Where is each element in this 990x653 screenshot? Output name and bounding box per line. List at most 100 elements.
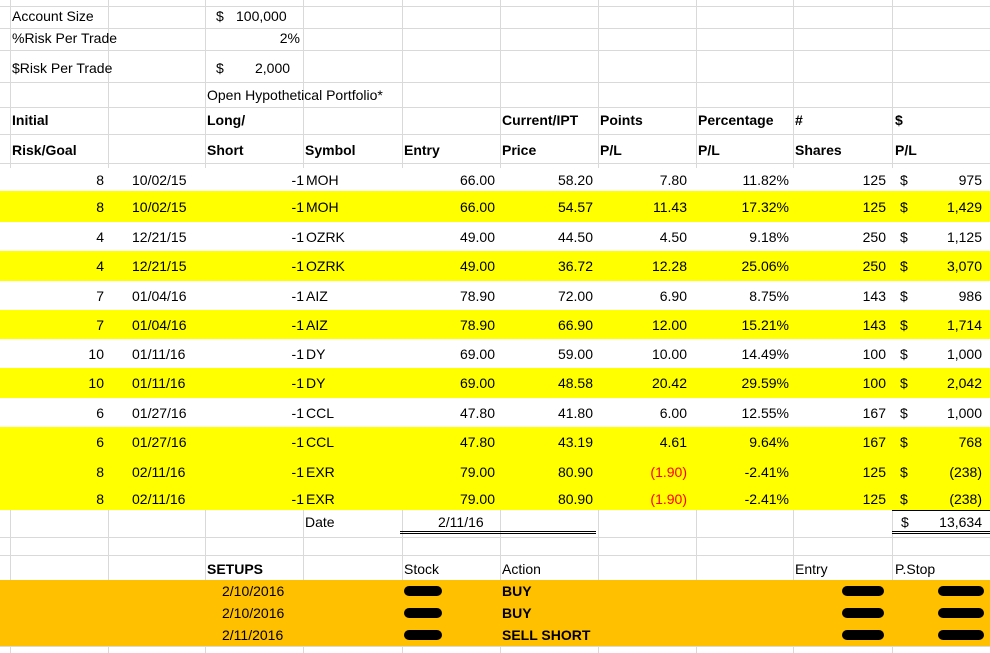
cell-currency[interactable]: $ [900,287,912,305]
cell-dollar-pl[interactable]: 1,125 [915,228,982,246]
cell-risk[interactable]: 6 [60,433,104,451]
cell-symbol[interactable]: EXR [306,490,376,508]
cell-price[interactable]: 66.90 [518,316,593,334]
cell-direction[interactable]: -1 [270,257,304,275]
cell-points-pl[interactable]: 4.61 [610,433,687,451]
cell-dollar-pl[interactable]: 2,042 [915,374,982,392]
cell-points-pl[interactable]: 12.00 [610,316,687,334]
cell-percentage-pl[interactable]: 9.64% [700,433,789,451]
cell-percentage-pl[interactable]: -2.41% [700,490,789,508]
cell-points-pl[interactable]: 20.42 [610,374,687,392]
cell-entry[interactable]: 69.00 [420,345,495,363]
cell-percentage-pl[interactable]: 14.49% [700,345,789,363]
spreadsheet-grid[interactable]: Account Size $ 100,000 %Risk Per Trade 2… [0,0,990,653]
cell-price[interactable]: 43.19 [518,433,593,451]
cell-symbol[interactable]: DY [306,374,376,392]
cell-risk[interactable]: 7 [60,287,104,305]
cell-dollar-pl[interactable]: 1,714 [915,316,982,334]
cell-risk[interactable]: 8 [60,463,104,481]
cell-currency[interactable]: $ [900,171,912,189]
cell-price[interactable]: 41.80 [518,404,593,422]
cell-dollar-pl[interactable]: 1,429 [915,198,982,216]
total-value[interactable]: 13,634 [900,513,982,531]
cell-percentage-pl[interactable]: 15.21% [700,316,789,334]
cell-date[interactable]: 10/02/15 [132,171,212,189]
cell-percentage-pl[interactable]: 29.59% [700,374,789,392]
cell-price[interactable]: 54.57 [518,198,593,216]
cell-shares[interactable]: 100 [840,374,886,392]
cell-date[interactable]: 01/11/16 [132,374,212,392]
cell-entry[interactable]: 47.80 [420,433,495,451]
cell-direction[interactable]: -1 [270,198,304,216]
setup-action[interactable]: SELL SHORT [502,626,590,644]
cell-percentage-pl[interactable]: 9.18% [700,228,789,246]
cell-entry[interactable]: 69.00 [420,374,495,392]
cell-risk[interactable]: 6 [60,404,104,422]
cell-risk[interactable]: 8 [60,490,104,508]
cell-price[interactable]: 48.58 [518,374,593,392]
cell-entry[interactable]: 49.00 [420,228,495,246]
cell-shares[interactable]: 143 [840,287,886,305]
cell-symbol[interactable]: DY [306,345,376,363]
cell-percentage-pl[interactable]: 25.06% [700,257,789,275]
cell-direction[interactable]: -1 [270,287,304,305]
date-value[interactable]: 2/11/16 [438,513,484,531]
cell-date[interactable]: 01/27/16 [132,404,212,422]
cell-dollar-pl[interactable]: 975 [915,171,982,189]
cell-currency[interactable]: $ [900,374,912,392]
cell-date[interactable]: 12/21/15 [132,257,212,275]
cell-risk[interactable]: 7 [60,316,104,334]
cell-symbol[interactable]: CCL [306,404,376,422]
cell-risk[interactable]: 10 [60,345,104,363]
cell-percentage-pl[interactable]: 17.32% [700,198,789,216]
cell-currency[interactable]: $ [900,257,912,275]
cell-direction[interactable]: -1 [270,404,304,422]
cell-entry[interactable]: 49.00 [420,257,495,275]
cell-symbol[interactable]: OZRK [306,257,376,275]
cell-price[interactable]: 72.00 [518,287,593,305]
cell-percentage-pl[interactable]: 12.55% [700,404,789,422]
cell-date[interactable]: 12/21/15 [132,228,212,246]
setup-date[interactable]: 2/10/2016 [222,582,284,600]
cell-shares[interactable]: 167 [840,433,886,451]
cell-direction[interactable]: -1 [270,316,304,334]
cell-direction[interactable]: -1 [270,463,304,481]
cell-shares[interactable]: 250 [840,257,886,275]
cell-entry[interactable]: 78.90 [420,316,495,334]
cell-date[interactable]: 01/04/16 [132,316,212,334]
cell-symbol[interactable]: OZRK [306,228,376,246]
cell-points-pl[interactable]: 4.50 [610,228,687,246]
cell-currency[interactable]: $ [900,345,912,363]
cell-entry[interactable]: 78.90 [420,287,495,305]
cell-percentage-pl[interactable]: 11.82% [700,171,789,189]
cell-price[interactable]: 44.50 [518,228,593,246]
cell-shares[interactable]: 125 [840,490,886,508]
cell-risk[interactable]: 8 [60,198,104,216]
cell-symbol[interactable]: MOH [306,171,376,189]
cell-price[interactable]: 80.90 [518,490,593,508]
cell-direction[interactable]: -1 [270,374,304,392]
cell-points-pl[interactable]: 10.00 [610,345,687,363]
cell-direction[interactable]: -1 [270,171,304,189]
cell-entry[interactable]: 47.80 [420,404,495,422]
cell-shares[interactable]: 143 [840,316,886,334]
account-size-value[interactable]: 100,000 [236,7,287,25]
setup-action[interactable]: BUY [502,604,532,622]
cell-direction[interactable]: -1 [270,228,304,246]
cell-dollar-pl[interactable]: 1,000 [915,404,982,422]
cell-percentage-pl[interactable]: -2.41% [700,463,789,481]
cell-currency[interactable]: $ [900,463,912,481]
setup-action[interactable]: BUY [502,582,532,600]
cell-price[interactable]: 58.20 [518,171,593,189]
cell-entry[interactable]: 66.00 [420,198,495,216]
cell-price[interactable]: 59.00 [518,345,593,363]
cell-dollar-pl[interactable]: (238) [915,463,982,481]
cell-points-pl[interactable]: 11.43 [610,198,687,216]
cell-dollar-pl[interactable]: (238) [915,490,982,508]
cell-date[interactable]: 01/11/16 [132,345,212,363]
cell-direction[interactable]: -1 [270,490,304,508]
cell-risk[interactable]: 4 [60,257,104,275]
cell-symbol[interactable]: CCL [306,433,376,451]
cell-dollar-pl[interactable]: 1,000 [915,345,982,363]
cell-date[interactable]: 02/11/16 [132,463,212,481]
